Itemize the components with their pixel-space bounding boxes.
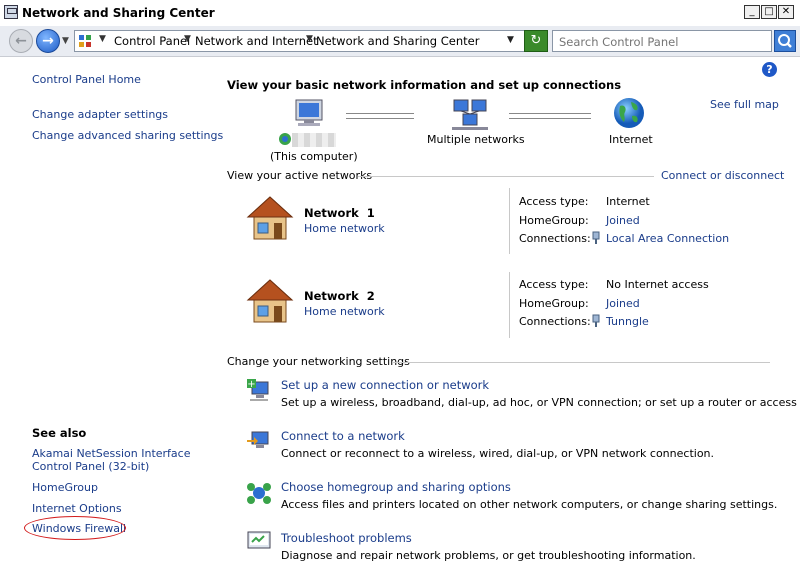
ethernet-icon: [592, 314, 600, 327]
search-box[interactable]: [552, 30, 772, 52]
troubleshoot-problems-link[interactable]: Troubleshoot problems: [281, 531, 412, 545]
vertical-divider: [509, 272, 510, 338]
change-settings-heading: Change your networking settings: [227, 355, 410, 368]
ethernet-icon: [592, 231, 600, 244]
breadcrumb-separator-icon[interactable]: ▼: [306, 34, 313, 44]
minimize-button[interactable]: _: [744, 5, 760, 19]
breadcrumb-separator-icon[interactable]: ▼: [184, 34, 191, 44]
maximize-button[interactable]: □: [761, 5, 777, 19]
user-network-icon: [279, 133, 291, 145]
tunngle-connection-link[interactable]: Tunngle: [606, 315, 649, 328]
highlight-circle: [24, 516, 126, 540]
network-2-name: Network 2: [304, 289, 375, 303]
control-panel-icon: [79, 35, 91, 47]
map-connector-line: [509, 113, 591, 119]
address-bar[interactable]: ▼ Control Panel ▼ Network and Internet ▼…: [74, 30, 548, 52]
this-computer-icon: [295, 99, 323, 126]
connections-label: Connections:: [519, 232, 591, 245]
help-icon[interactable]: ?: [762, 62, 777, 77]
refresh-button[interactable]: ↻: [524, 30, 548, 52]
vertical-divider: [509, 188, 510, 254]
internet-label: Internet: [609, 133, 653, 146]
forward-button[interactable]: →: [36, 29, 60, 53]
access-type-value: No Internet access: [606, 278, 709, 291]
troubleshoot-icon: [247, 531, 271, 549]
change-adapter-settings-link[interactable]: Change adapter settings: [32, 108, 168, 121]
search-icon: [778, 34, 792, 48]
control-panel-home-link[interactable]: Control Panel Home: [32, 73, 141, 86]
home-network-icon: [246, 196, 294, 240]
multiple-networks-icon: [452, 99, 488, 130]
setup-connection-desc: Set up a wireless, broadband, dial-up, a…: [281, 396, 800, 409]
map-connector-line: [346, 113, 414, 119]
homegroup-label: HomeGroup:: [519, 214, 589, 227]
close-button[interactable]: ✕: [778, 5, 794, 19]
setup-connection-link[interactable]: Set up a new connection or network: [281, 378, 489, 392]
network-1-type-link[interactable]: Home network: [304, 222, 385, 235]
homegroup-sharing-desc: Access files and printers located on oth…: [281, 498, 778, 511]
title-bar: Network and Sharing Center: [0, 0, 800, 27]
section-divider: [358, 176, 654, 177]
homegroup-sharing-link[interactable]: Choose homegroup and sharing options: [281, 480, 511, 494]
breadcrumb-network-sharing[interactable]: Network and Sharing Center: [316, 34, 479, 48]
connections-label: Connections:: [519, 315, 591, 328]
this-computer-label: (This computer): [270, 150, 358, 163]
multiple-networks-label: Multiple networks: [427, 133, 525, 146]
refresh-icon: ↻: [530, 33, 542, 48]
arrow-left-icon: ←: [15, 33, 27, 49]
svg-text:+: +: [247, 379, 255, 390]
see-also-heading: See also: [32, 426, 87, 440]
breadcrumb-control-panel[interactable]: Control Panel: [114, 34, 190, 48]
local-area-connection-link[interactable]: Local Area Connection: [606, 232, 729, 245]
connect-to-network-link[interactable]: Connect to a network: [281, 429, 405, 443]
internet-globe-icon: [614, 98, 644, 128]
arrow-right-icon: →: [42, 33, 54, 49]
access-type-label: Access type:: [519, 278, 589, 291]
active-networks-heading: View your active networks: [227, 169, 373, 182]
redacted-computer-name: [292, 133, 336, 147]
back-button[interactable]: ←: [9, 29, 33, 53]
homegroup-icon: [247, 483, 271, 504]
homegroup-label: HomeGroup:: [519, 297, 589, 310]
section-divider: [392, 362, 770, 363]
access-type-label: Access type:: [519, 195, 589, 208]
window-title: Network and Sharing Center: [22, 6, 215, 20]
akamai-link-line1[interactable]: Akamai NetSession Interface: [32, 447, 190, 460]
troubleshoot-problems-desc: Diagnose and repair network problems, or…: [281, 549, 696, 562]
breadcrumb-network-internet[interactable]: Network and Internet: [195, 34, 318, 48]
search-input[interactable]: [557, 32, 771, 52]
connect-to-network-desc: Connect or reconnect to a wireless, wire…: [281, 447, 715, 460]
change-advanced-sharing-link[interactable]: Change advanced sharing settings: [32, 129, 223, 142]
connect-network-icon: [247, 431, 269, 448]
address-dropdown-chevron-icon[interactable]: ▼: [507, 35, 523, 45]
see-full-map-link[interactable]: See full map: [710, 98, 779, 111]
homegroup-link[interactable]: HomeGroup: [32, 481, 98, 494]
page-title: View your basic network information and …: [227, 78, 622, 92]
new-connection-icon: +: [247, 379, 269, 401]
access-type-value: Internet: [606, 195, 650, 208]
breadcrumb-separator-icon[interactable]: ▼: [99, 34, 106, 44]
connect-or-disconnect-link[interactable]: Connect or disconnect: [661, 169, 784, 182]
network-1-name: Network 1: [304, 206, 375, 220]
homegroup-joined-link[interactable]: Joined: [606, 297, 640, 310]
home-network-icon: [246, 279, 294, 323]
internet-options-link[interactable]: Internet Options: [32, 502, 122, 515]
search-button[interactable]: [774, 30, 796, 52]
akamai-link-line2[interactable]: Control Panel (32-bit): [32, 460, 149, 473]
network-2-type-link[interactable]: Home network: [304, 305, 385, 318]
homegroup-joined-link[interactable]: Joined: [606, 214, 640, 227]
recent-pages-chevron-icon[interactable]: ▼: [62, 36, 69, 46]
network-center-icon: [4, 5, 18, 19]
